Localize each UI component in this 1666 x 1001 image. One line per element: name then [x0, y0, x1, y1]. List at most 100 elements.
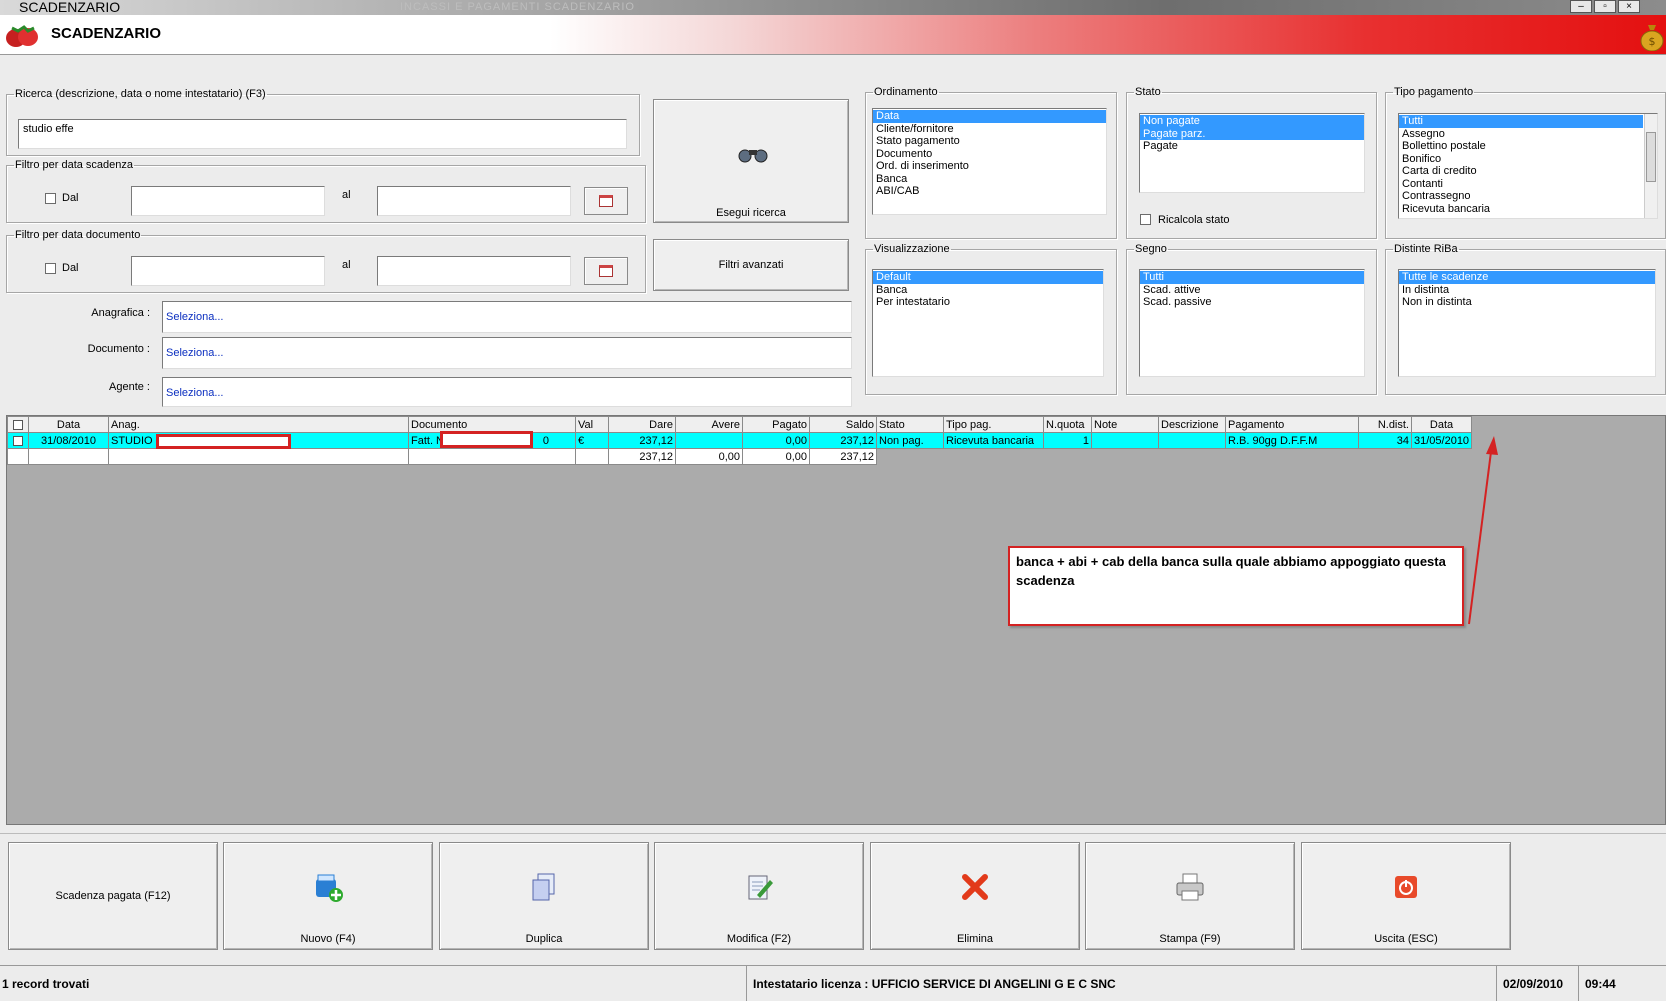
due-al-label: al [342, 189, 351, 201]
app-header: SCADENZARIO $ [0, 15, 1666, 55]
exit-button-label: Uscita (ESC) [1374, 933, 1438, 945]
printer-icon [1176, 873, 1204, 901]
duplicate-button[interactable]: Duplica [439, 842, 649, 950]
edit-button[interactable]: Modifica (F2) [654, 842, 864, 950]
exit-button[interactable]: Uscita (ESC) [1301, 842, 1511, 950]
svg-text:$: $ [1649, 35, 1656, 48]
documento-picker[interactable]: Seleziona... [162, 337, 852, 369]
license-holder: Intestatario licenza : UFFICIO SERVICE D… [746, 966, 1496, 1001]
ordinamento-option[interactable]: Stato pagamento [873, 135, 1106, 148]
status-time: 09:44 [1578, 966, 1666, 1001]
tipo-pagamento-option[interactable]: Bollettino postale [1399, 140, 1643, 153]
stato-option[interactable]: Non pagate [1140, 115, 1364, 128]
tipo-pagamento-list[interactable]: Tutti Assegno Bollettino postale Bonifico Ca… [1398, 113, 1658, 219]
tipo-pagamento-scrollbar[interactable] [1644, 114, 1657, 218]
stato-option[interactable]: Pagate parz. [1140, 127, 1364, 140]
advanced-filters-button[interactable]: Filtri avanzati [653, 239, 849, 291]
close-button[interactable]: × [1618, 0, 1640, 13]
power-exit-icon [1395, 876, 1417, 898]
distinte-label: Distinte RiBa [1394, 243, 1458, 255]
duplicate-icon [532, 873, 555, 901]
strawberry-logo-icon [6, 25, 38, 47]
due-date-filter-label: Filtro per data scadenza [15, 159, 134, 171]
new-button[interactable]: Nuovo (F4) [223, 842, 433, 950]
due-calendar-icon[interactable] [584, 187, 628, 215]
status-bar: 1 record trovati Intestatario licenza : … [0, 965, 1666, 1001]
records-count: 1 record trovati [2, 977, 90, 991]
status-date: 02/09/2010 [1496, 966, 1578, 1001]
doc-date-filter-label: Filtro per data documento [15, 229, 141, 241]
visualizzazione-option[interactable]: Default [873, 271, 1103, 284]
segno-option[interactable]: Scad. attive [1140, 284, 1364, 297]
ordinamento-label: Ordinamento [874, 86, 938, 98]
distinte-option[interactable]: Tutte le scadenze [1399, 271, 1655, 284]
search-button[interactable]: Esegui ricerca [653, 99, 849, 223]
print-button[interactable]: Stampa (F9) [1085, 842, 1295, 950]
doc-calendar-icon[interactable] [584, 257, 628, 285]
ordinamento-option[interactable]: Ord. di inserimento [873, 160, 1106, 173]
visualizzazione-option[interactable]: Banca [873, 284, 1103, 297]
doc-dal-label: Dal [62, 262, 79, 274]
search-button-label: Esegui ricerca [716, 207, 786, 219]
tipo-pagamento-option[interactable]: Contanti [1399, 178, 1643, 191]
due-date-checkbox[interactable] [45, 193, 56, 204]
new-record-icon [316, 874, 343, 902]
doc-from-field[interactable] [131, 256, 325, 286]
window-title: SCADENZARIO [19, 0, 121, 15]
money-bag-icon: $ [1640, 25, 1664, 51]
ordinamento-option[interactable]: ABI/CAB [873, 185, 1106, 198]
due-to-field[interactable] [377, 186, 571, 216]
distinte-list[interactable]: Tutte le scadenze In distinta Non in disti… [1398, 269, 1656, 377]
due-from-field[interactable] [131, 186, 325, 216]
annotation-callout: banca + abi + cab della banca sulla qual… [1008, 546, 1464, 626]
doc-al-label: al [342, 259, 351, 271]
segno-list[interactable]: Tutti Scad. attive Scad. passive [1139, 269, 1365, 377]
ordinamento-option[interactable]: Data [873, 110, 1106, 123]
stato-list[interactable]: Non pagate Pagate parz. Pagate [1139, 113, 1365, 193]
recalc-checkbox[interactable] [1140, 214, 1151, 225]
distinte-option[interactable]: In distinta [1399, 284, 1655, 297]
distinte-option[interactable]: Non in distinta [1399, 296, 1655, 309]
recalc-label: Ricalcola stato [1158, 214, 1230, 226]
ordinamento-option[interactable]: Banca [873, 173, 1106, 186]
search-input[interactable]: studio effe [18, 119, 627, 149]
ordinamento-option[interactable]: Documento [873, 148, 1106, 161]
tipo-pagamento-option[interactable]: Tutti [1399, 115, 1643, 128]
ordinamento-option[interactable]: Cliente/fornitore [873, 123, 1106, 136]
delete-button-label: Elimina [956, 933, 994, 945]
segno-option[interactable]: Tutti [1140, 271, 1364, 284]
page-title: SCADENZARIO [51, 25, 162, 42]
ordinamento-list[interactable]: Data Cliente/fornitore Stato pagamento Docu… [872, 108, 1107, 215]
tipo-pagamento-option[interactable]: Contrassegno [1399, 190, 1643, 203]
stato-option[interactable]: Pagate [1140, 140, 1364, 153]
window-titlebar: SCADENZARIO INCASSI E PAGAMENTI SCADENZA… [0, 0, 1666, 15]
anagrafica-picker[interactable]: Seleziona... [162, 301, 852, 333]
doc-to-field[interactable] [377, 256, 571, 286]
search-group-label: Ricerca (descrizione, data o nome intest… [15, 88, 266, 100]
visualizzazione-option[interactable]: Per intestatario [873, 296, 1103, 309]
delete-button[interactable]: Elimina [870, 842, 1080, 950]
stato-label: Stato [1135, 86, 1161, 98]
segno-option[interactable]: Scad. passive [1140, 296, 1364, 309]
visualizzazione-label: Visualizzazione [874, 243, 950, 255]
visualizzazione-list[interactable]: Default Banca Per intestatario [872, 269, 1104, 377]
tipo-pagamento-option[interactable]: Bonifico [1399, 153, 1643, 166]
new-button-label: Nuovo (F4) [300, 933, 356, 945]
documento-label: Documento : [87, 343, 150, 355]
window-ghost-title: INCASSI E PAGAMENTI SCADENZARIO [400, 1, 635, 13]
tipo-pagamento-option[interactable]: Carta di credito [1399, 165, 1643, 178]
agente-picker[interactable]: Seleziona... [162, 377, 852, 407]
duplicate-button-label: Duplica [525, 933, 563, 945]
anagrafica-label: Anagrafica : [91, 307, 150, 319]
tipo-pagamento-option[interactable]: Ricevuta bancaria [1399, 203, 1643, 216]
mark-paid-label: Scadenza pagata (F12) [55, 890, 171, 902]
print-button-label: Stampa (F9) [1159, 933, 1221, 945]
mark-paid-button[interactable]: Scadenza pagata (F12) [8, 842, 218, 950]
tipo-pagamento-option[interactable]: Assegno [1399, 128, 1643, 141]
due-dal-label: Dal [62, 192, 79, 204]
doc-date-checkbox[interactable] [45, 263, 56, 274]
minimize-button[interactable]: – [1570, 0, 1592, 13]
restore-button[interactable]: ▫ [1594, 0, 1616, 13]
edit-icon [748, 875, 773, 900]
tipo-pagamento-label: Tipo pagamento [1394, 86, 1474, 98]
